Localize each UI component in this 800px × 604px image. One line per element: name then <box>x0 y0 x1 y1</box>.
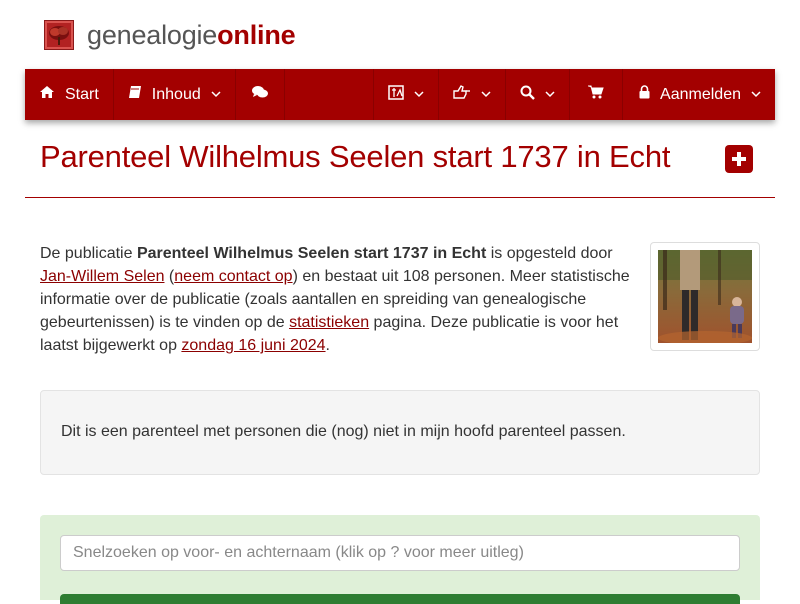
translate-icon <box>388 84 404 105</box>
home-icon <box>39 85 55 104</box>
book-icon <box>128 85 142 104</box>
search-icon <box>520 85 535 105</box>
nav-language[interactable] <box>374 69 440 120</box>
author-photo[interactable] <box>650 242 760 351</box>
site-name-part1: genealogie <box>87 19 218 50</box>
page-title: Parenteel Wilhelmus Seelen start 1737 in… <box>40 139 671 174</box>
forest-photo <box>658 250 752 345</box>
nav-search[interactable] <box>506 69 571 120</box>
quick-search-panel <box>40 515 760 604</box>
last-updated-link[interactable]: zondag 16 juni 2024 <box>181 337 325 354</box>
nav-aanmelden[interactable]: Aanmelden <box>623 69 775 120</box>
tree-icon <box>44 20 74 50</box>
note-text: Dit is een parenteel met personen die (n… <box>61 423 626 440</box>
site-name-part2: online <box>217 19 296 50</box>
intro-text-2: is opgesteld door <box>486 245 613 262</box>
plus-square-icon[interactable] <box>725 145 753 173</box>
comments-icon <box>251 85 268 104</box>
cart-icon <box>588 85 604 104</box>
chevron-down-icon <box>414 89 424 101</box>
author-link[interactable]: Jan-Willem Selen <box>40 268 164 285</box>
contact-link[interactable]: neem contact op <box>174 268 292 285</box>
chevron-down-icon <box>481 89 491 101</box>
site-logo[interactable]: genealogieonline <box>44 19 296 51</box>
nav-start-label: Start <box>65 85 99 103</box>
chevron-down-icon <box>545 89 555 101</box>
publication-name: Parenteel Wilhelmus Seelen start 1737 in… <box>136 245 487 262</box>
nav-start[interactable]: Start <box>25 69 114 120</box>
site-name: genealogieonline <box>87 19 296 51</box>
nav-inhoud[interactable]: Inhoud <box>114 69 236 120</box>
main-navbar: Start Inhoud Aanmelden <box>25 69 775 120</box>
nav-inhoud-label: Inhoud <box>151 85 201 103</box>
intro-text-3: ( <box>164 268 175 285</box>
nav-cart[interactable] <box>570 69 624 120</box>
nav-actions[interactable] <box>439 69 507 120</box>
statistics-link[interactable]: statistieken <box>289 314 369 331</box>
title-divider <box>25 197 775 198</box>
search-submit-button[interactable] <box>60 594 740 604</box>
lock-icon <box>639 85 650 104</box>
nav-forum[interactable] <box>236 69 285 120</box>
intro-text-6: . <box>325 337 330 354</box>
publication-intro: De publicatie Parenteel Wilhelmus Seelen… <box>40 242 635 357</box>
quick-search-input[interactable] <box>60 535 740 571</box>
nav-aanmelden-label: Aanmelden <box>660 85 741 103</box>
chevron-down-icon <box>751 89 761 101</box>
nav-spacer <box>285 69 375 120</box>
publication-note: Dit is een parenteel met personen die (n… <box>40 390 760 475</box>
hand-pointer-icon <box>453 85 471 104</box>
intro-text-1: De publicatie <box>40 245 137 262</box>
chevron-down-icon <box>211 89 221 101</box>
